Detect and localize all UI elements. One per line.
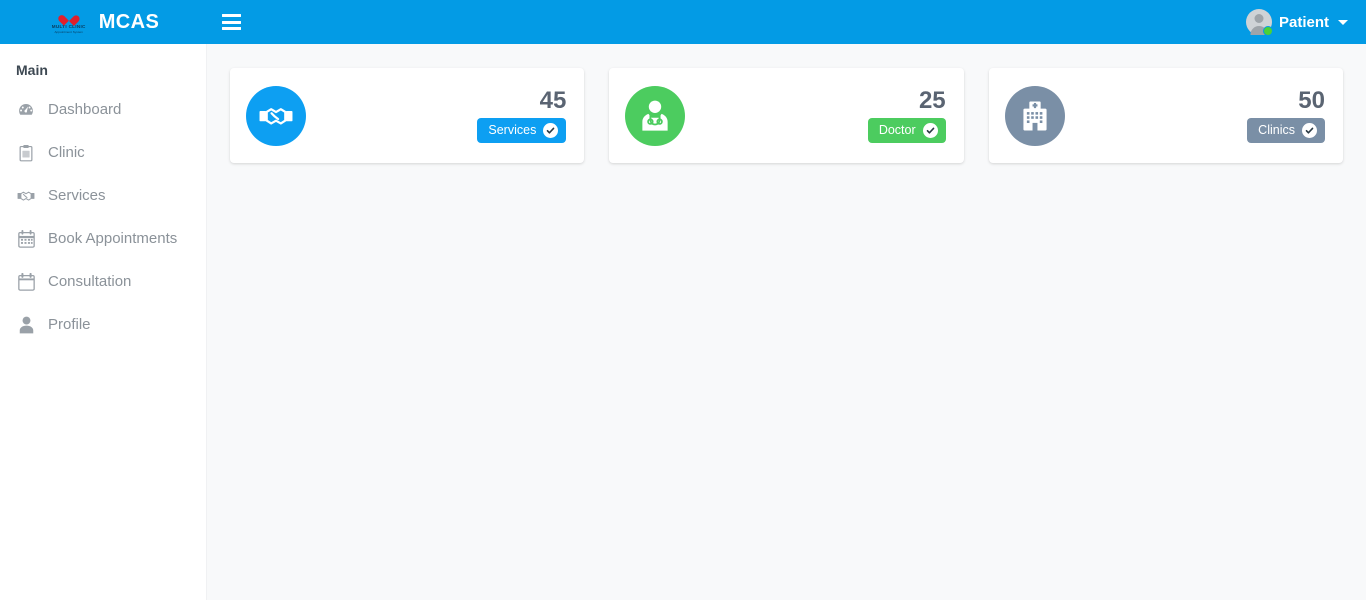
stat-card-doctor[interactable]: 25 Doctor — [609, 68, 964, 163]
stat-cards-row: 45 Services 25 Doctor 50 Clinics — [230, 68, 1343, 163]
hamburger-bar — [221, 14, 241, 17]
sidebar-item-label: Profile — [48, 316, 91, 333]
sidebar-item-label: Book Appointments — [48, 230, 178, 247]
sidebar-item-clinic[interactable]: Clinic — [0, 131, 206, 174]
brand-logo-link[interactable]: MULTI CLINIC Appointment System MCAS — [0, 0, 207, 44]
check-circle-icon — [1301, 122, 1317, 138]
sidebar-item-services[interactable]: Services — [0, 174, 206, 217]
hamburger-bar — [221, 20, 241, 24]
sidebar-item-dashboard[interactable]: Dashboard — [0, 88, 206, 131]
stat-card-values: 50 Clinics — [1247, 86, 1325, 143]
stat-card-badge[interactable]: Clinics — [1247, 117, 1325, 143]
stat-card-values: 45 Services — [477, 86, 567, 143]
sidebar-item-label: Consultation — [48, 273, 132, 290]
heart-icon — [62, 11, 75, 23]
stat-card-clinics[interactable]: 50 Clinics — [988, 68, 1343, 163]
avatar — [1245, 9, 1273, 36]
sidebar: Main Dashboard Clinic Services Book Appo… — [0, 44, 207, 600]
stat-card-badge[interactable]: Doctor — [867, 117, 946, 143]
stat-card-count: 50 — [1298, 86, 1325, 114]
top-navbar: MULTI CLINIC Appointment System MCAS Pat… — [0, 0, 1366, 44]
brand-title: MCAS — [98, 10, 160, 33]
logo-secondary-text: Appointment System — [54, 29, 84, 34]
stat-card-badge[interactable]: Services — [477, 117, 567, 143]
sidebar-item-consultation[interactable]: Consultation — [0, 260, 206, 303]
user-name-label: Patient — [1278, 13, 1329, 31]
hamburger-bar — [221, 27, 241, 30]
sidebar-section-heading: Main — [16, 62, 48, 78]
stat-card-badge-label: Services — [488, 123, 537, 137]
sidebar-item-profile[interactable]: Profile — [0, 303, 206, 346]
multi-clinic-heart-logo-icon: MULTI CLINIC Appointment System — [48, 7, 90, 37]
hamburger-menu-icon[interactable] — [214, 0, 248, 44]
stat-card-count: 45 — [539, 86, 567, 114]
sidebar-item-label: Dashboard — [48, 101, 122, 118]
stat-card-services[interactable]: 45 Services — [230, 68, 585, 163]
stat-card-badge-label: Clinics — [1258, 123, 1295, 137]
online-status-icon — [1262, 26, 1273, 36]
avatar-head — [1254, 13, 1264, 23]
sidebar-item-book-appointments[interactable]: Book Appointments — [0, 217, 206, 260]
check-circle-icon — [543, 122, 559, 138]
stat-card-count: 25 — [918, 86, 946, 114]
calendar-icon — [17, 272, 35, 291]
handshake-icon — [246, 85, 306, 146]
handshake-icon — [17, 187, 35, 205]
user-dropdown[interactable]: Patient — [1245, 0, 1366, 44]
clipboard-icon — [17, 144, 35, 162]
stat-card-badge-label: Doctor — [878, 123, 916, 137]
stat-card-values: 25 Doctor — [867, 86, 946, 143]
tachometer-icon — [17, 101, 35, 119]
calendar-grid-icon — [17, 229, 35, 248]
sidebar-item-label: Clinic — [48, 144, 85, 161]
sidebar-item-label: Services — [48, 187, 106, 204]
doctor-icon — [625, 85, 686, 146]
chevron-down-icon — [1338, 19, 1348, 25]
user-icon — [17, 316, 35, 334]
main-content: 45 Services 25 Doctor 50 Clinics — [207, 44, 1366, 600]
check-circle-icon — [922, 122, 938, 138]
hospital-icon — [1004, 85, 1065, 146]
